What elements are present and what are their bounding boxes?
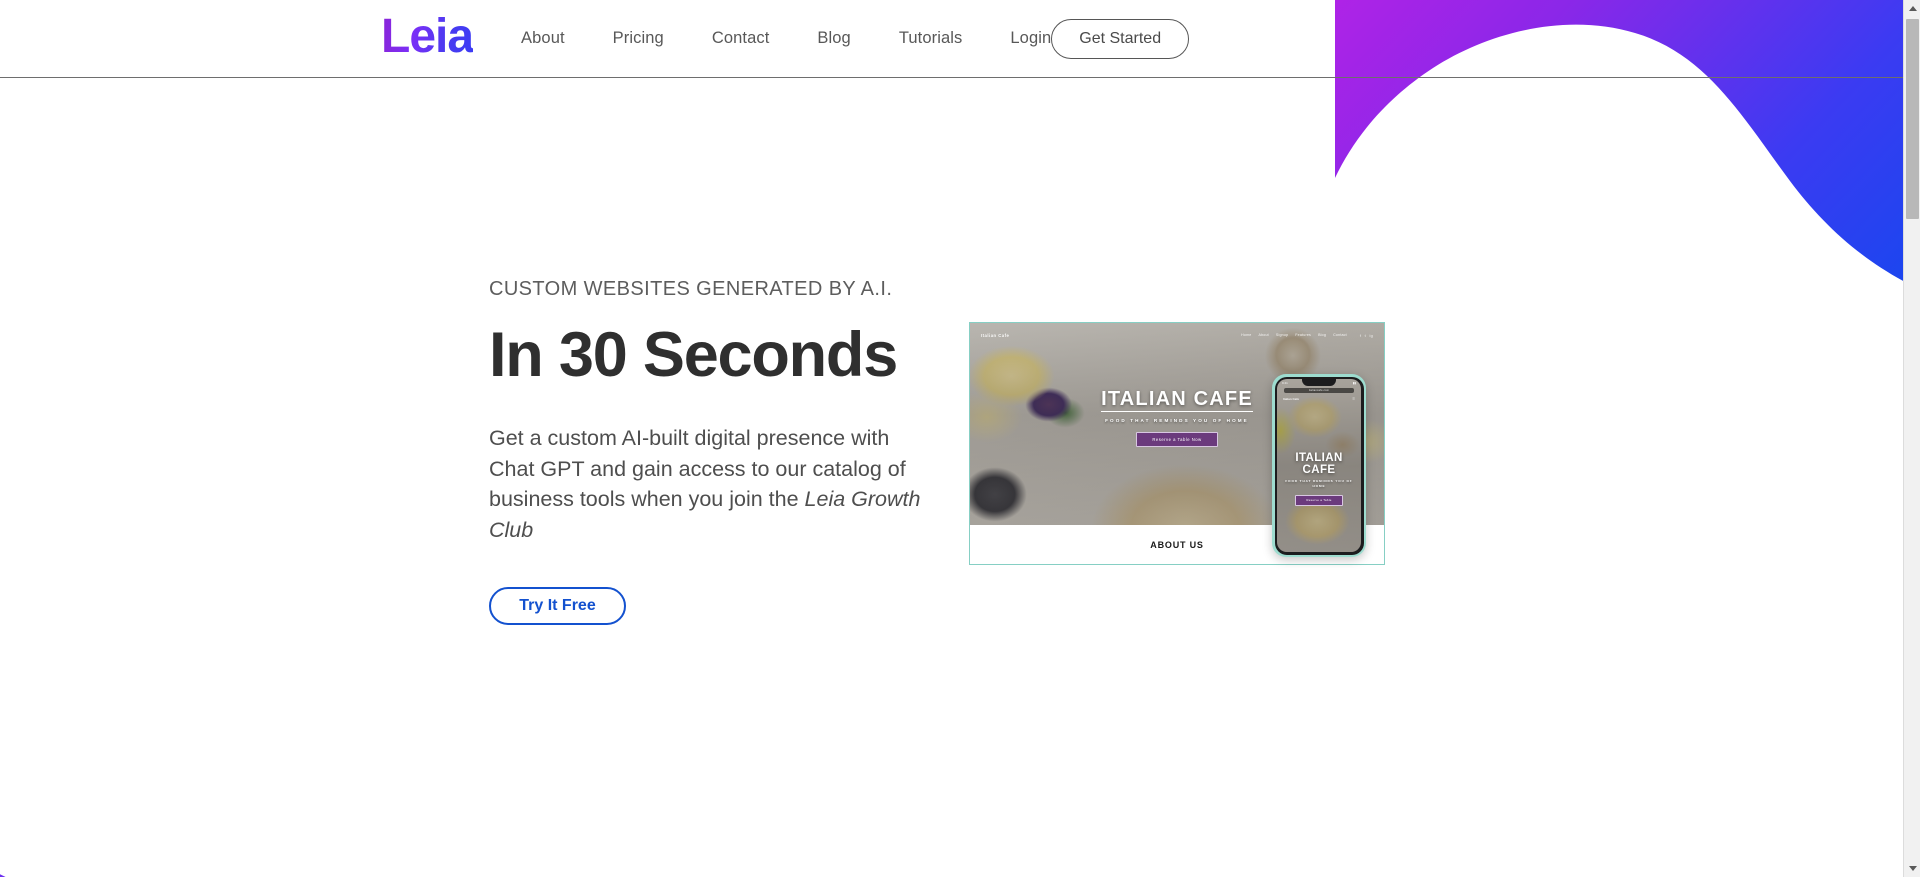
nav-item-pricing[interactable]: Pricing <box>613 29 664 48</box>
mockup-nav-blog[interactable]: Blog <box>1318 333 1326 337</box>
hamburger-menu-icon[interactable]: ☰ <box>1352 397 1355 401</box>
mockup-nav-home[interactable]: Home <box>1241 333 1251 337</box>
page-viewport: Leia About Pricing Contact Blog Tutorial… <box>0 0 1903 877</box>
hero-eyebrow: CUSTOM WEBSITES GENERATED BY A.I. <box>489 278 893 300</box>
scrollbar-thumb[interactable] <box>1906 19 1919 219</box>
site-header: Leia About Pricing Contact Blog Tutorial… <box>0 0 1903 78</box>
nav-item-contact[interactable]: Contact <box>712 29 770 48</box>
phone-tagline: FOOD THAT REMINDS YOU OF HOME <box>1285 479 1353 488</box>
mockup-nav-features[interactable]: Features <box>1295 333 1311 337</box>
page-scrollbar[interactable] <box>1903 0 1920 877</box>
mockup-about-label: ABOUT US <box>1150 539 1204 550</box>
mockup-title: ITALIAN CAFE <box>1101 388 1253 412</box>
chevron-down-icon <box>1908 866 1917 871</box>
phone-status-time: 9:41 <box>1282 380 1288 385</box>
phone-bezel: 9:41 ▮▮ italiancafe.com Italian Cafe ☰ I… <box>1274 376 1364 555</box>
mockup-nav-contact[interactable]: Contact <box>1333 333 1347 337</box>
nav-item-tutorials[interactable]: Tutorials <box>899 29 963 48</box>
product-mockup: Italian Cafe Home About Signup Features … <box>969 322 1385 565</box>
try-it-free-button[interactable]: Try It Free <box>489 587 626 626</box>
mockup-social-icons: f t ig <box>1360 333 1373 338</box>
facebook-icon[interactable]: f <box>1360 333 1361 338</box>
twitter-icon[interactable]: t <box>1365 333 1366 338</box>
brand-logo[interactable]: Leia <box>381 12 474 65</box>
instagram-icon[interactable]: ig <box>1369 333 1373 338</box>
get-started-button[interactable]: Get Started <box>1051 18 1190 59</box>
phone-title-line2: CAFE <box>1302 463 1336 476</box>
phone-hero-content: ITALIAN CAFE FOOD THAT REMINDS YOU OF HO… <box>1277 452 1361 506</box>
phone-mockup: 9:41 ▮▮ italiancafe.com Italian Cafe ☰ I… <box>1272 374 1366 557</box>
phone-reserve-button[interactable]: Reserve a Table <box>1295 494 1343 506</box>
mockup-nav-signup[interactable]: Signup <box>1276 333 1288 337</box>
scrollbar-down-arrow[interactable] <box>1904 860 1920 877</box>
main-navigation: About Pricing Contact Blog Tutorials Log… <box>521 18 1190 59</box>
phone-screen: 9:41 ▮▮ italiancafe.com Italian Cafe ☰ I… <box>1277 379 1361 552</box>
scrollbar-up-arrow[interactable] <box>1904 0 1920 17</box>
hero-copy: CUSTOM WEBSITES GENERATED BY A.I. In 30 … <box>489 278 959 626</box>
mockup-topnav: Italian Cafe Home About Signup Features … <box>970 330 1384 340</box>
nav-item-blog[interactable]: Blog <box>817 29 850 48</box>
hero-section: CUSTOM WEBSITES GENERATED BY A.I. In 30 … <box>0 78 1903 877</box>
phone-status-battery: ▮▮ <box>1352 380 1356 385</box>
phone-url-bar[interactable]: italiancafe.com <box>1284 388 1354 393</box>
mockup-reserve-button[interactable]: Reserve a Table Now <box>1136 432 1218 447</box>
phone-url-text: italiancafe.com <box>1308 389 1330 392</box>
mockup-brand: Italian Cafe <box>981 332 1010 338</box>
phone-title-line1: ITALIAN <box>1295 452 1343 464</box>
chevron-up-icon <box>1908 6 1917 11</box>
nav-item-about[interactable]: About <box>521 29 565 48</box>
phone-notch <box>1302 379 1336 386</box>
mockup-nav-about[interactable]: About <box>1258 333 1268 337</box>
phone-mockup-brand: Italian Cafe <box>1283 397 1300 401</box>
hero-paragraph: Get a custom AI-built digital presence w… <box>489 423 939 545</box>
nav-item-login[interactable]: Login <box>1010 29 1051 48</box>
hero-headline: In 30 Seconds <box>489 320 898 390</box>
mockup-navlist: Home About Signup Features Blog Contact … <box>1241 333 1373 338</box>
